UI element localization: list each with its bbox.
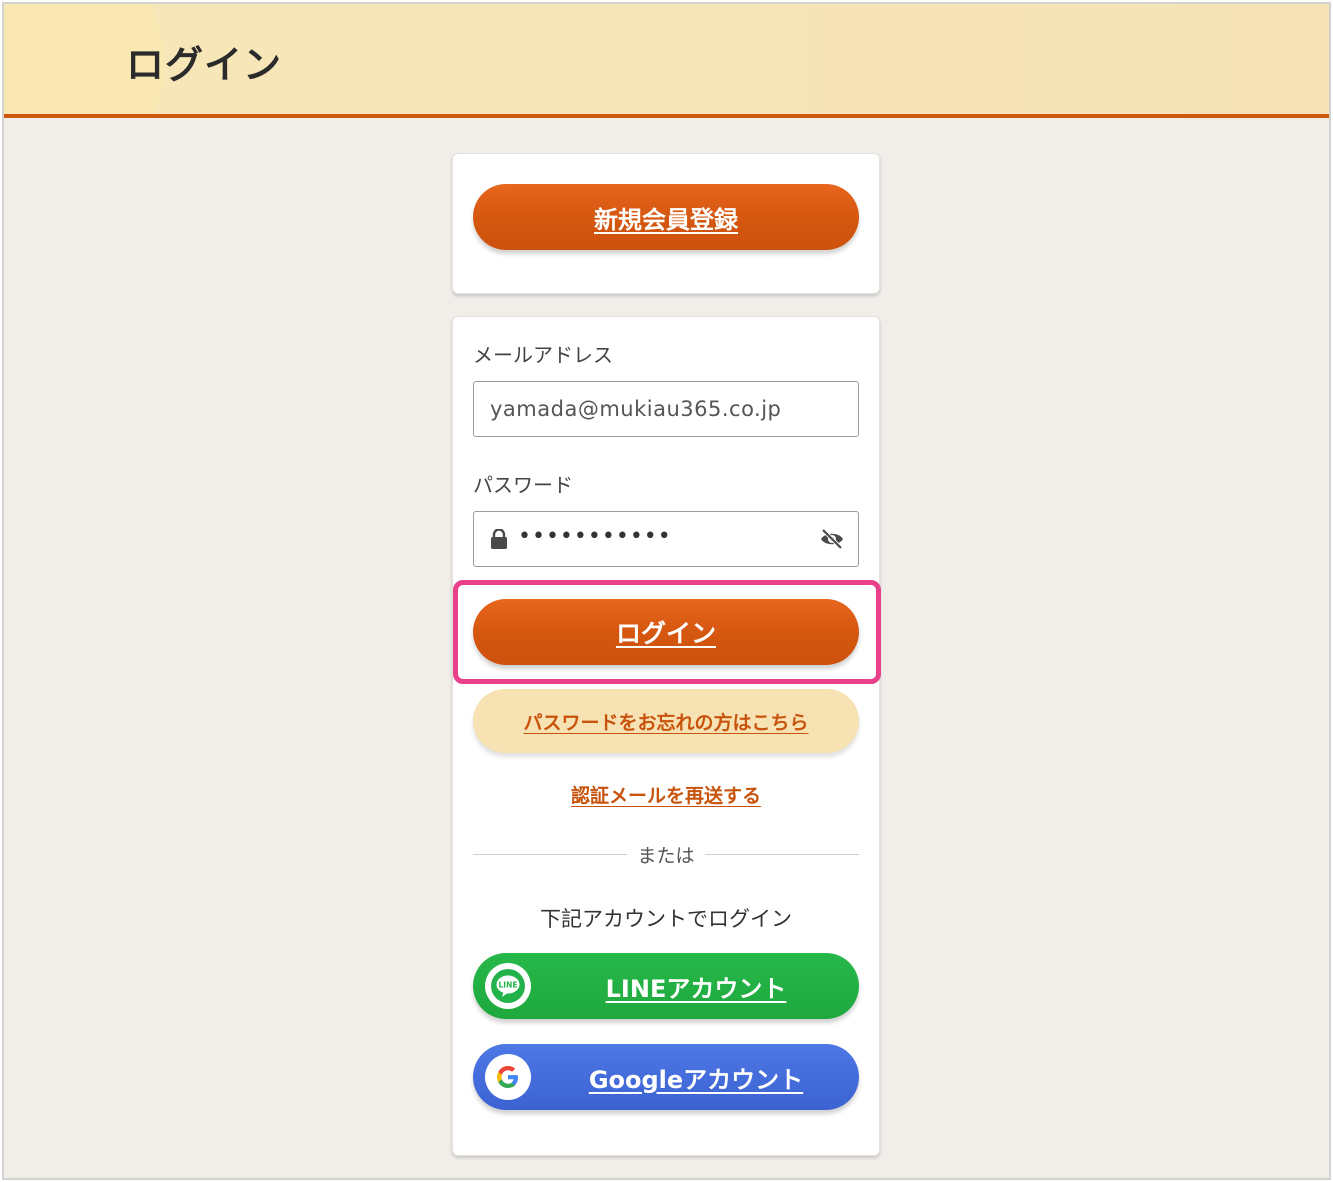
line-button-label: LINEアカウント (605, 974, 787, 1003)
email-label: メールアドレス (473, 343, 613, 367)
signup-card: 新規会員登録 (452, 153, 880, 294)
line-login-button[interactable]: LINE LINEアカウント (473, 953, 859, 1019)
email-value: yamada@mukiau365.co.jp (490, 397, 782, 421)
password-label: パスワード (473, 473, 573, 497)
forgot-password-link[interactable]: パスワードをお忘れの方はこちら (473, 689, 859, 753)
lock-icon (491, 529, 507, 549)
login-card: メールアドレス yamada@mukiau365.co.jp パスワード •••… (452, 316, 881, 1156)
signup-button[interactable]: 新規会員登録 (473, 184, 859, 250)
line-logo-icon: LINE (485, 963, 531, 1009)
page-header: ログイン (4, 4, 1329, 118)
google-button-label: Googleアカウント (588, 1065, 804, 1094)
divider-text: または (627, 841, 705, 868)
google-logo-icon (485, 1054, 531, 1100)
resend-verification-link[interactable]: 認証メールを再送する (453, 781, 879, 808)
password-field[interactable]: ••••••••••• (473, 511, 859, 567)
svg-text:LINE: LINE (499, 981, 518, 990)
page-title: ログイン (126, 43, 283, 87)
eye-off-icon[interactable] (820, 528, 844, 550)
login-button[interactable]: ログイン (473, 599, 859, 665)
login-page: ログイン 新規会員登録 メールアドレス yamada@mukiau365.co.… (2, 2, 1331, 1180)
email-field[interactable]: yamada@mukiau365.co.jp (473, 381, 859, 437)
social-login-title: 下記アカウントでログイン (540, 907, 792, 931)
google-login-button[interactable]: Googleアカウント (473, 1044, 859, 1110)
password-value: ••••••••••• (518, 524, 672, 549)
